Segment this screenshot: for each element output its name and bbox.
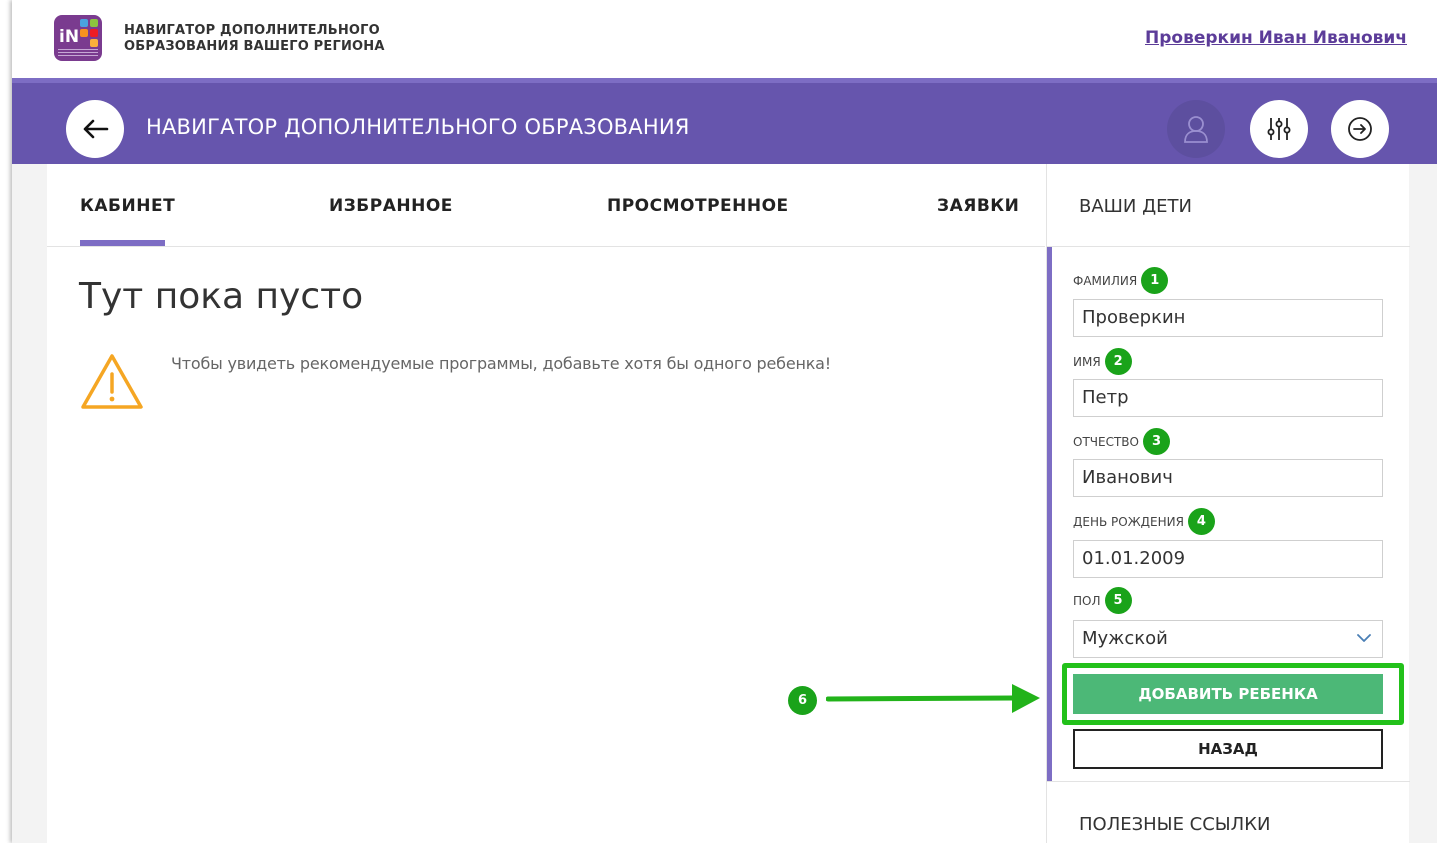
empty-state-title: Тут пока пусто — [79, 276, 364, 317]
site-name: НАВИГАТОР ДОПОЛНИТЕЛЬНОГО ОБРАЗОВАНИЯ ВА… — [124, 23, 424, 55]
back-form-button[interactable]: НАЗАД — [1073, 729, 1383, 769]
gender-select[interactable]: Мужской — [1073, 620, 1383, 658]
patronymic-label: ОТЧЕСТВО — [1073, 434, 1139, 449]
filter-button[interactable] — [1250, 100, 1308, 158]
tab-favorites[interactable]: ИЗБРАННОЕ — [329, 196, 453, 216]
warning-message: Чтобы увидеть рекомендуемые программы, д… — [171, 354, 832, 373]
birthday-input[interactable]: 01.01.2009 — [1073, 540, 1383, 578]
logo-square-icon — [80, 29, 88, 37]
main-panel: КАБИНЕТ ИЗБРАННОЕ ПРОСМОТРЕННОЕ ЗАЯВКИ Т… — [47, 164, 1045, 843]
user-profile-link[interactable]: Проверкин Иван Иванович — [1145, 28, 1407, 48]
tab-viewed[interactable]: ПРОСМОТРЕННОЕ — [607, 196, 789, 216]
name-label: ИМЯ — [1073, 354, 1101, 369]
site-logo[interactable]: iN — [54, 15, 102, 61]
site-name-line1: НАВИГАТОР ДОПОЛНИТЕЛЬНОГО — [124, 23, 380, 38]
logo-square-icon — [90, 29, 98, 37]
step-badge: 5 — [1104, 587, 1132, 614]
gender-label: ПОЛ — [1073, 593, 1101, 608]
useful-links-title[interactable]: ПОЛЕЗНЫЕ ССЫЛКИ — [1079, 814, 1270, 835]
name-input[interactable]: Петр — [1073, 379, 1383, 417]
useful-links-section: ПОЛЕЗНЫЕ ССЫЛКИ — [1047, 781, 1410, 843]
tab-cabinet[interactable]: КАБИНЕТ — [80, 196, 175, 216]
site-name-line2: ОБРАЗОВАНИЯ ВАШЕГО РЕГИОНА — [124, 39, 385, 54]
logout-button[interactable] — [1331, 100, 1389, 158]
surname-label: ФАМИЛИЯ — [1073, 273, 1138, 288]
add-child-form: ФАМИЛИЯ 1 Проверкин ИМЯ 2 Петр ОТЧЕСТВО … — [1047, 247, 1410, 781]
gender-selected-value: Мужской — [1082, 628, 1168, 649]
annotation-arrow-icon — [826, 684, 1040, 713]
surname-input[interactable]: Проверкин — [1073, 299, 1383, 337]
back-button[interactable] — [66, 100, 124, 158]
back-arrow-icon — [83, 119, 109, 139]
step-badge: 2 — [1104, 348, 1132, 375]
field-label-gender: ПОЛ 5 — [1073, 587, 1132, 614]
tab-bar: КАБИНЕТ ИЗБРАННОЕ ПРОСМОТРЕННОЕ ЗАЯВКИ — [47, 164, 1045, 247]
navbar-title: НАВИГАТОР ДОПОЛНИТЕЛЬНОГО ОБРАЗОВАНИЯ — [146, 115, 690, 139]
add-child-button[interactable]: ДОБАВИТЬ РЕБЕНКА — [1073, 674, 1383, 714]
field-label-birthday: ДЕНЬ РОЖДЕНИЯ 4 — [1073, 508, 1215, 535]
step-badge: 3 — [1142, 428, 1170, 455]
logo-square-icon — [80, 19, 88, 27]
user-icon — [1184, 116, 1208, 143]
birthday-label: ДЕНЬ РОЖДЕНИЯ — [1073, 514, 1184, 529]
step-badge: 1 — [1141, 267, 1169, 294]
patronymic-input[interactable]: Иванович — [1073, 459, 1383, 497]
step-badge: 4 — [1187, 508, 1215, 535]
logo-square-icon — [90, 39, 98, 47]
field-label-name: ИМЯ 2 — [1073, 348, 1132, 375]
logo-square-icon — [90, 19, 98, 27]
top-header: iN НАВИГАТОР ДОПОЛНИТЕЛЬНОГО ОБРАЗОВАНИЯ… — [12, 0, 1437, 78]
annotation-badge: 6 — [788, 686, 817, 715]
tab-applications[interactable]: ЗАЯВКИ — [937, 196, 1019, 216]
children-sidebar: ВАШИ ДЕТИ ФАМИЛИЯ 1 Проверкин ИМЯ 2 Петр… — [1046, 164, 1410, 843]
logo-letters: iN — [59, 27, 80, 47]
chevron-down-icon — [1357, 634, 1371, 642]
sidebar-header: ВАШИ ДЕТИ — [1047, 164, 1410, 247]
active-tab-indicator — [80, 240, 165, 246]
filter-sliders-icon — [1267, 118, 1291, 140]
profile-button[interactable] — [1167, 100, 1225, 158]
right-gutter — [1409, 164, 1437, 843]
logout-arrow-icon — [1348, 117, 1372, 141]
field-label-patronymic: ОТЧЕСТВО 3 — [1073, 428, 1170, 455]
left-gutter — [12, 164, 47, 843]
navbar: НАВИГАТОР ДОПОЛНИТЕЛЬНОГО ОБРАЗОВАНИЯ — [12, 78, 1437, 164]
field-label-surname: ФАМИЛИЯ 1 — [1073, 267, 1169, 294]
warning-icon — [81, 354, 143, 409]
sidebar-title: ВАШИ ДЕТИ — [1079, 196, 1192, 217]
logo-tagline — [58, 48, 98, 56]
